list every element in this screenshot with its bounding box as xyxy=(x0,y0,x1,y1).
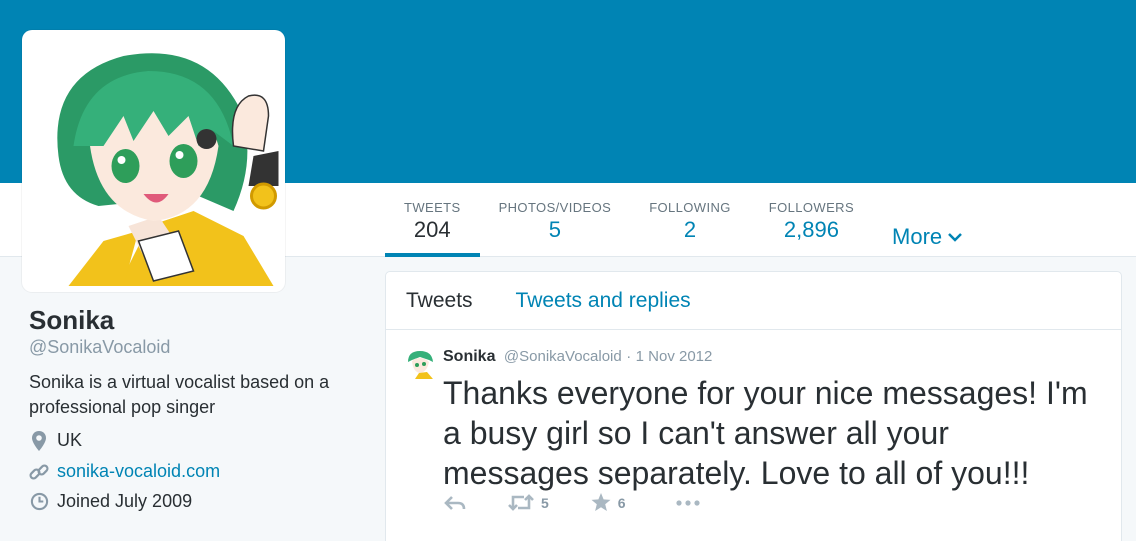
profile-joined: Joined July 2009 xyxy=(29,491,192,512)
profile-avatar[interactable] xyxy=(22,30,285,292)
tweet-avatar[interactable] xyxy=(405,348,436,379)
stat-tweets[interactable]: TWEETS 204 xyxy=(385,183,480,257)
stat-photos-videos[interactable]: PHOTOS/VIDEOS 5 xyxy=(480,183,631,257)
reply-icon xyxy=(444,495,466,510)
retweet-icon xyxy=(508,494,534,511)
tweet-item[interactable]: Sonika @SonikaVocaloid · 1 Nov 2012 Than… xyxy=(386,330,1121,541)
tweet-timestamp[interactable]: 1 Nov 2012 xyxy=(636,348,713,365)
tweet-text: Thanks everyone for your nice messages! … xyxy=(443,375,1088,491)
stat-label: FOLLOWERS xyxy=(768,200,855,215)
timeline-tabs: Tweets Tweets and replies xyxy=(386,272,1121,330)
profile-name: Sonika xyxy=(29,305,115,335)
profile-bio: Sonika is a virtual vocalist based on a … xyxy=(29,372,330,417)
stat-following[interactable]: FOLLOWING 2 xyxy=(630,183,750,257)
stat-value: 5 xyxy=(548,217,561,242)
stat-value: 2,896 xyxy=(783,217,839,242)
profile-website: sonika-vocaloid.com xyxy=(29,461,220,482)
location-pin-icon xyxy=(29,430,49,451)
more-label: More xyxy=(892,224,943,249)
favorite-button[interactable]: 6 xyxy=(591,493,626,512)
favorite-count: 6 xyxy=(617,494,626,511)
tab-tweets[interactable]: Tweets xyxy=(406,289,473,313)
location-text: UK xyxy=(57,430,83,450)
joined-text: Joined July 2009 xyxy=(57,491,193,511)
stat-label: FOLLOWING xyxy=(649,200,731,215)
link-icon xyxy=(29,462,49,482)
stat-followers[interactable]: FOLLOWERS 2,896 xyxy=(750,183,873,257)
profile-location: UK xyxy=(29,430,82,451)
reply-button[interactable] xyxy=(444,495,466,511)
avatar-image xyxy=(28,36,279,286)
stat-value: 2 xyxy=(683,217,697,242)
profile-stats-nav: TWEETS 204 PHOTOS/VIDEOS 5 FOLLOWING 2 F… xyxy=(385,183,981,257)
tweet-header: Sonika @SonikaVocaloid · 1 Nov 2012 xyxy=(443,348,712,366)
tweet-author-name[interactable]: Sonika xyxy=(443,348,495,365)
favorite-star-icon xyxy=(591,493,611,511)
stat-value: 204 xyxy=(413,217,451,242)
retweet-count: 5 xyxy=(541,494,549,511)
tab-tweets-and-replies[interactable]: Tweets and replies xyxy=(516,289,691,313)
chevron-down-icon xyxy=(948,233,963,242)
more-dots-icon xyxy=(675,499,700,506)
stat-label: PHOTOS/VIDEOS xyxy=(498,200,612,215)
tweet-author-handle[interactable]: @SonikaVocaloid xyxy=(504,348,622,365)
tweet-separator: · xyxy=(626,348,632,365)
website-link[interactable]: sonika-vocaloid.com xyxy=(57,461,220,482)
tweet-actions: 5 6 xyxy=(444,493,700,512)
clock-icon xyxy=(29,492,49,512)
stat-label: TWEETS xyxy=(404,200,461,215)
more-actions-button[interactable] xyxy=(675,499,700,506)
tweet-timeline: Tweets Tweets and replies Sonika @Sonika… xyxy=(385,271,1122,541)
more-menu-button[interactable]: More xyxy=(873,217,981,257)
profile-handle[interactable]: @SonikaVocaloid xyxy=(29,337,170,358)
retweet-button[interactable]: 5 xyxy=(508,494,549,511)
